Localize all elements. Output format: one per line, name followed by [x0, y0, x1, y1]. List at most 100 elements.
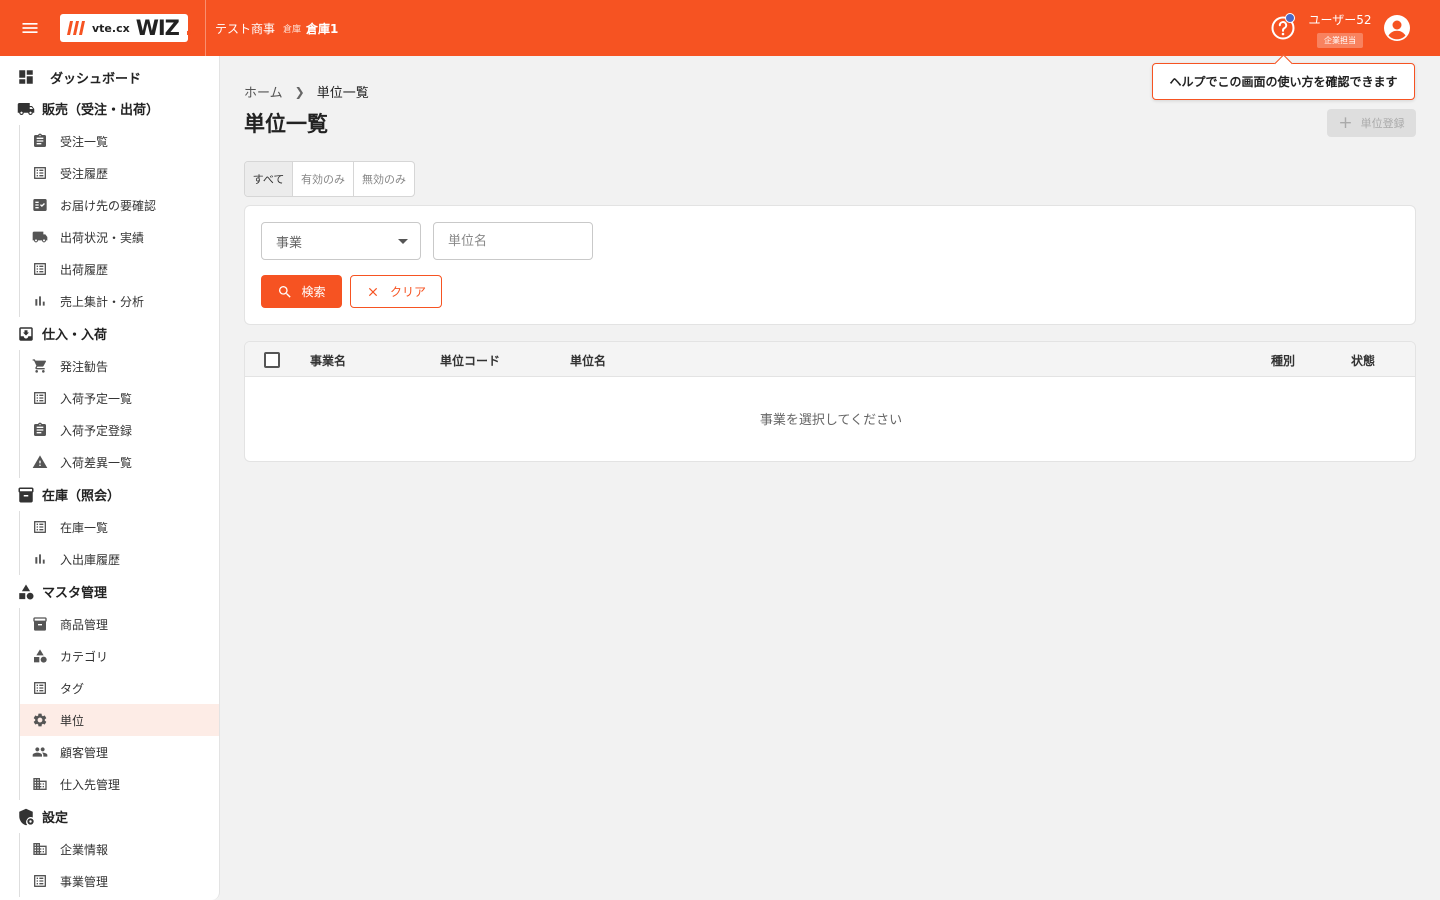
sidebar-item-label: お届け先の要確認: [60, 198, 157, 213]
sidebar-item-arrival-list[interactable]: 入荷予定一覧: [19, 382, 219, 414]
sidebar-item-label: 事業管理: [60, 874, 109, 889]
breadcrumb-home-link[interactable]: ホーム: [244, 82, 283, 101]
hamburger-icon: [22, 23, 38, 33]
inbox-icon: [16, 324, 36, 344]
sidebar-item-dashboard[interactable]: ダッシュボード: [0, 62, 219, 92]
truck-icon: [16, 99, 36, 119]
sidebar-section-master[interactable]: マスタ管理: [0, 575, 219, 608]
menu-button[interactable]: [0, 0, 60, 56]
sidebar-item-label: 出荷状況・実績: [60, 230, 145, 245]
cart-icon: [32, 358, 48, 374]
sidebar-item-stock-history[interactable]: 入出庫履歴: [19, 543, 219, 575]
sidebar-item-label: 企業情報: [60, 842, 109, 857]
sidebar-item-order-recommend[interactable]: 発注勧告: [19, 350, 219, 382]
app-logo[interactable]: vte.cx WIZ.: [60, 14, 193, 42]
user-info[interactable]: ユーザー52 企業担当: [1308, 11, 1372, 48]
sidebar-section-label: 在庫（照会）: [42, 489, 121, 504]
sidebar-item-arrival-diff[interactable]: 入荷差異一覧: [19, 446, 219, 478]
bar-chart-icon: [32, 293, 48, 309]
column-header-status[interactable]: 状態: [1351, 352, 1375, 369]
user-role-badge: 企業担当: [1317, 33, 1363, 48]
sidebar-item-tag[interactable]: タグ: [19, 672, 219, 704]
sidebar-item-shipping-status[interactable]: 出荷状況・実績: [19, 221, 219, 253]
filter-tab-all[interactable]: すべて: [245, 162, 293, 196]
user-name: ユーザー52: [1308, 13, 1372, 27]
add-unit-button-label: 単位登録: [1360, 117, 1405, 130]
archive-icon: [16, 485, 36, 505]
sidebar-item-label: 出荷履歴: [60, 262, 109, 277]
sidebar-item-order-history[interactable]: 受注履歴: [19, 157, 219, 189]
settings-shield-icon: [16, 807, 36, 827]
logo-wiz-text: WIZ: [135, 15, 180, 40]
people-icon: [32, 744, 48, 760]
help-button[interactable]: [1270, 13, 1296, 41]
sidebar-item-label: 顧客管理: [60, 745, 109, 760]
add-unit-button[interactable]: + 単位登録: [1327, 109, 1416, 137]
sidebar-item-label: 商品管理: [60, 617, 109, 632]
column-header-business[interactable]: 事業名: [310, 352, 346, 369]
logo-mark-icon: [66, 19, 86, 37]
select-all-checkbox[interactable]: [264, 352, 280, 368]
status-filter-tabs: すべて 有効のみ 無効のみ: [244, 161, 415, 197]
notification-dot: [1285, 13, 1295, 23]
sidebar-item-label: 受注履歴: [60, 166, 109, 181]
sidebar-item-delivery-check[interactable]: お届け先の要確認: [19, 189, 219, 221]
sidebar-item-sales-analysis[interactable]: 売上集計・分析: [19, 285, 219, 317]
app-header: vte.cx WIZ. テスト商事 倉庫 倉庫1: [0, 0, 1440, 56]
business-select[interactable]: 事業: [261, 222, 421, 260]
sidebar-item-suppliers[interactable]: 仕入先管理: [19, 768, 219, 800]
table-header: 事業名 単位コード 単位名 種別 状態: [245, 342, 1415, 377]
shapes-icon: [32, 648, 48, 664]
sidebar-item-label: 単位: [60, 713, 85, 728]
search-button[interactable]: 検索: [261, 275, 342, 308]
sidebar: ダッシュボード 販売（受注・出荷） 受注一覧 受注履歴 お届け先の要確認 出荷状…: [0, 56, 220, 900]
sidebar-item-label: ダッシュボード: [50, 71, 142, 87]
sidebar-item-customers[interactable]: 顧客管理: [19, 736, 219, 768]
sidebar-item-arrival-register[interactable]: 入荷予定登録: [19, 414, 219, 446]
header-divider: [205, 0, 206, 56]
logo-dot: .: [184, 15, 193, 40]
sidebar-section-purchasing[interactable]: 仕入・入荷: [0, 317, 219, 350]
breadcrumb-current: 単位一覧: [316, 86, 369, 101]
clear-button[interactable]: クリア: [350, 275, 442, 308]
warehouse-label: 倉庫: [283, 24, 302, 35]
sidebar-item-shipping-history[interactable]: 出荷履歴: [19, 253, 219, 285]
sidebar-section-label: 仕入・入荷: [42, 328, 108, 343]
sidebar-section-settings[interactable]: 設定: [0, 800, 219, 833]
search-panel: 事業 検索 クリア: [244, 205, 1416, 325]
sidebar-section-inventory[interactable]: 在庫（照会）: [0, 478, 219, 511]
sidebar-section-sales[interactable]: 販売（受注・出荷）: [0, 92, 219, 125]
sidebar-item-unit[interactable]: 単位: [19, 704, 219, 736]
column-header-unit-code[interactable]: 単位コード: [440, 352, 500, 369]
building-icon: [32, 776, 48, 792]
building-icon: [32, 841, 48, 857]
list-alt-icon: [32, 261, 48, 277]
search-button-label: 検索: [301, 285, 326, 299]
account-button[interactable]: [1383, 14, 1411, 42]
sidebar-item-business-mgmt[interactable]: 事業管理: [19, 865, 219, 897]
truck-icon: [32, 229, 48, 245]
sidebar-item-label: 受注一覧: [60, 134, 109, 149]
page-title: 単位一覧: [244, 112, 328, 136]
sidebar-item-products[interactable]: 商品管理: [19, 608, 219, 640]
warehouse-name[interactable]: 倉庫1: [306, 20, 338, 37]
sidebar-item-stock-list[interactable]: 在庫一覧: [19, 511, 219, 543]
dashboard-icon: [16, 67, 36, 87]
unit-name-input[interactable]: [433, 222, 593, 260]
column-header-unit-name[interactable]: 単位名: [570, 352, 606, 369]
filter-tab-inactive[interactable]: 無効のみ: [354, 162, 414, 196]
filter-tab-active[interactable]: 有効のみ: [293, 162, 354, 196]
sidebar-item-order-list[interactable]: 受注一覧: [19, 125, 219, 157]
list-alt-icon: [32, 873, 48, 889]
clipboard-icon: [32, 422, 48, 438]
logo-vte-text: vte.cx: [92, 21, 130, 35]
sidebar-item-label: 入出庫履歴: [60, 552, 121, 567]
column-header-type[interactable]: 種別: [1271, 352, 1295, 369]
sidebar-item-label: カテゴリ: [60, 649, 109, 664]
sidebar-section-label: 設定: [42, 811, 69, 826]
sidebar-section-label: 販売（受注・出荷）: [42, 103, 160, 118]
sidebar-item-label: 入荷差異一覧: [60, 455, 133, 470]
sidebar-item-category[interactable]: カテゴリ: [19, 640, 219, 672]
sidebar-item-company-info[interactable]: 企業情報: [19, 833, 219, 865]
chevron-right-icon: ❯: [294, 84, 305, 99]
